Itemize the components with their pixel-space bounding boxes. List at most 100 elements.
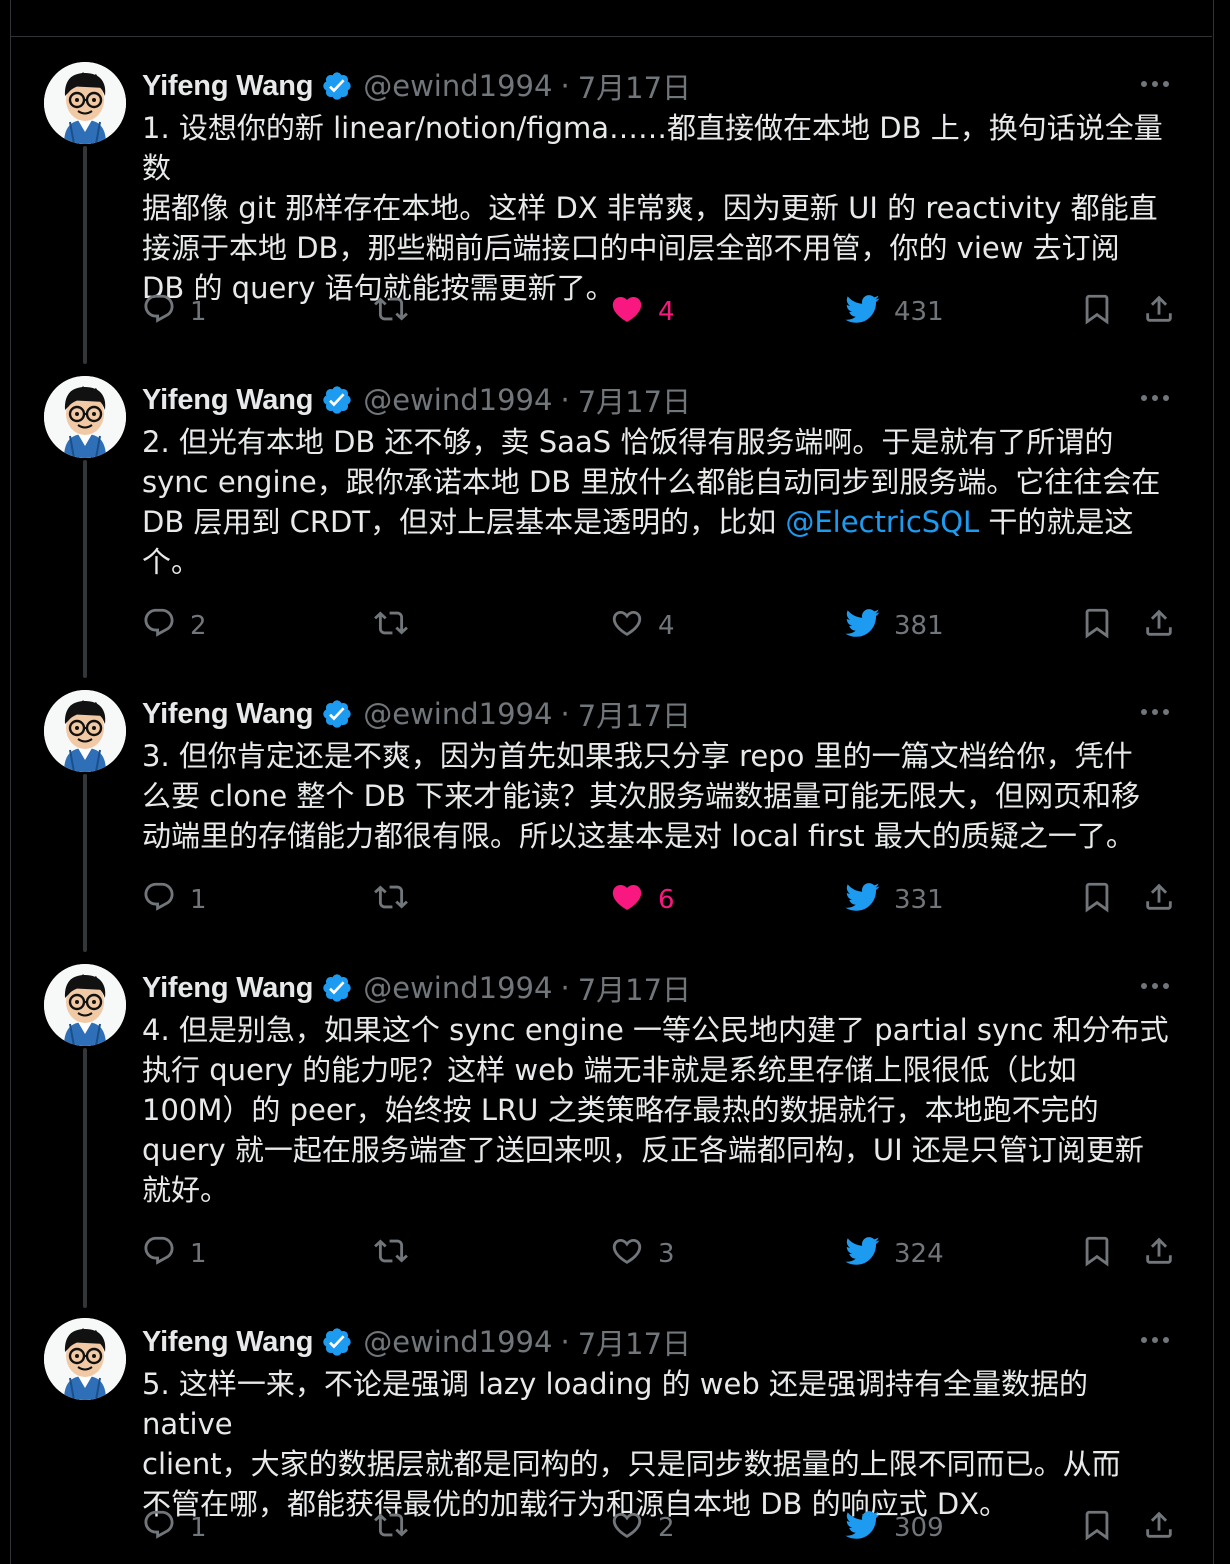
view-count: 431 [894, 297, 944, 327]
views-button[interactable]: 431 [844, 292, 944, 332]
thread-connector [83, 1048, 87, 1308]
like-button[interactable]: 3 [610, 1234, 675, 1274]
thread-connector [83, 774, 87, 952]
verified-badge-icon[interactable] [321, 70, 353, 102]
separator: · [560, 1325, 570, 1359]
bookmark-icon [1080, 1508, 1128, 1549]
like-button[interactable]: 2 [610, 1508, 675, 1548]
retweet-icon [374, 606, 422, 647]
avatar[interactable] [44, 62, 126, 144]
more-dots-icon[interactable] [1135, 700, 1175, 724]
views-button[interactable]: 381 [844, 606, 944, 646]
retweet-button[interactable] [374, 292, 422, 332]
retweet-button[interactable] [374, 1234, 422, 1274]
thread-connector [83, 460, 87, 678]
tweet-header: Yifeng Wang @ewind1994 · 7月17日 [142, 968, 691, 1008]
twitter-bird-icon [844, 879, 894, 922]
reply-icon [142, 880, 190, 921]
more-dots-icon[interactable] [1135, 1328, 1175, 1352]
more-dots-icon[interactable] [1135, 72, 1175, 96]
like-count: 6 [658, 885, 675, 915]
tweet-text: 5. 这样一来，不论是强调 lazy loading 的 web 还是强调持有全… [142, 1364, 1182, 1524]
bookmark-button[interactable] [1080, 292, 1128, 332]
verified-badge-icon[interactable] [321, 972, 353, 1004]
more-dots-icon[interactable] [1135, 974, 1175, 998]
retweet-button[interactable] [374, 1508, 422, 1548]
avatar[interactable] [44, 1318, 126, 1400]
author-handle[interactable]: @ewind1994 [363, 1325, 552, 1359]
like-button[interactable]: 6 [610, 880, 675, 920]
tweet-date[interactable]: 7月17日 [578, 1321, 691, 1363]
author-name[interactable]: Yifeng Wang [142, 698, 313, 731]
views-button[interactable]: 331 [844, 880, 944, 920]
author-handle[interactable]: @ewind1994 [363, 383, 552, 417]
reply-button[interactable]: 2 [142, 606, 207, 646]
tweet-date[interactable]: 7月17日 [578, 967, 691, 1009]
reply-button[interactable]: 1 [142, 1508, 207, 1548]
views-button[interactable]: 324 [844, 1234, 944, 1274]
tweet-text: 4. 但是别急，如果这个 sync engine 一等公民地内建了 partia… [142, 1010, 1182, 1210]
avatar[interactable] [44, 690, 126, 772]
avatar[interactable] [44, 964, 126, 1046]
share-icon [1142, 1508, 1190, 1549]
view-count: 324 [894, 1239, 944, 1269]
share-button[interactable] [1142, 292, 1190, 332]
retweet-button[interactable] [374, 606, 422, 646]
author-name[interactable]: Yifeng Wang [142, 972, 313, 1005]
tweet-date[interactable]: 7月17日 [578, 379, 691, 421]
share-icon [1142, 880, 1190, 921]
more-dots-icon[interactable] [1135, 386, 1175, 410]
verified-badge-icon[interactable] [321, 698, 353, 730]
tweet-text-part: 1. 设想你的新 linear/notion/figma……都直接做在本地 DB… [142, 111, 1163, 305]
share-icon [1142, 1234, 1190, 1275]
reply-button[interactable]: 1 [142, 292, 207, 332]
reply-count: 1 [190, 1239, 207, 1269]
bookmark-button[interactable] [1080, 1508, 1128, 1548]
views-button[interactable]: 309 [844, 1508, 944, 1548]
bookmark-icon [1080, 292, 1128, 333]
separator: · [560, 69, 570, 103]
heart-icon [610, 1234, 658, 1275]
share-button[interactable] [1142, 880, 1190, 920]
like-button[interactable]: 4 [610, 292, 675, 332]
author-name[interactable]: Yifeng Wang [142, 70, 313, 103]
author-handle[interactable]: @ewind1994 [363, 697, 552, 731]
avatar[interactable] [44, 376, 126, 458]
tweet-text: 2. 但光有本地 DB 还不够，卖 SaaS 恰饭得有服务端啊。于是就有了所谓的… [142, 422, 1182, 582]
tweet-header: Yifeng Wang @ewind1994 · 7月17日 [142, 380, 691, 420]
author-handle[interactable]: @ewind1994 [363, 971, 552, 1005]
author-handle[interactable]: @ewind1994 [363, 69, 552, 103]
view-count: 381 [894, 611, 944, 641]
bookmark-button[interactable] [1080, 1234, 1128, 1274]
bookmark-button[interactable] [1080, 880, 1128, 920]
share-button[interactable] [1142, 606, 1190, 646]
like-button[interactable]: 4 [610, 606, 675, 646]
retweet-icon [374, 1508, 422, 1549]
share-button[interactable] [1142, 1234, 1190, 1274]
reply-count: 1 [190, 885, 207, 915]
bookmark-button[interactable] [1080, 606, 1128, 646]
heart-icon [610, 606, 658, 647]
bookmark-icon [1080, 1234, 1128, 1275]
heart-icon [610, 292, 658, 333]
share-icon [1142, 606, 1190, 647]
twitter-bird-icon [844, 1233, 894, 1276]
tweet-text: 1. 设想你的新 linear/notion/figma……都直接做在本地 DB… [142, 108, 1182, 308]
heart-icon [610, 880, 658, 921]
mention-link[interactable]: @ElectricSQL [785, 505, 979, 539]
thread-connector [83, 146, 87, 364]
verified-badge-icon[interactable] [321, 1326, 353, 1358]
reply-button[interactable]: 1 [142, 880, 207, 920]
tweet-actions: 2 4 381 [142, 606, 1182, 646]
verified-badge-icon[interactable] [321, 384, 353, 416]
author-name[interactable]: Yifeng Wang [142, 384, 313, 417]
share-button[interactable] [1142, 1508, 1190, 1548]
view-count: 309 [894, 1513, 944, 1543]
reply-button[interactable]: 1 [142, 1234, 207, 1274]
tweet-date[interactable]: 7月17日 [578, 65, 691, 107]
tweet-actions: 1 4 431 [142, 292, 1182, 332]
tweet-date[interactable]: 7月17日 [578, 693, 691, 735]
tweet-header: Yifeng Wang @ewind1994 · 7月17日 [142, 66, 691, 106]
retweet-button[interactable] [374, 880, 422, 920]
author-name[interactable]: Yifeng Wang [142, 1326, 313, 1359]
